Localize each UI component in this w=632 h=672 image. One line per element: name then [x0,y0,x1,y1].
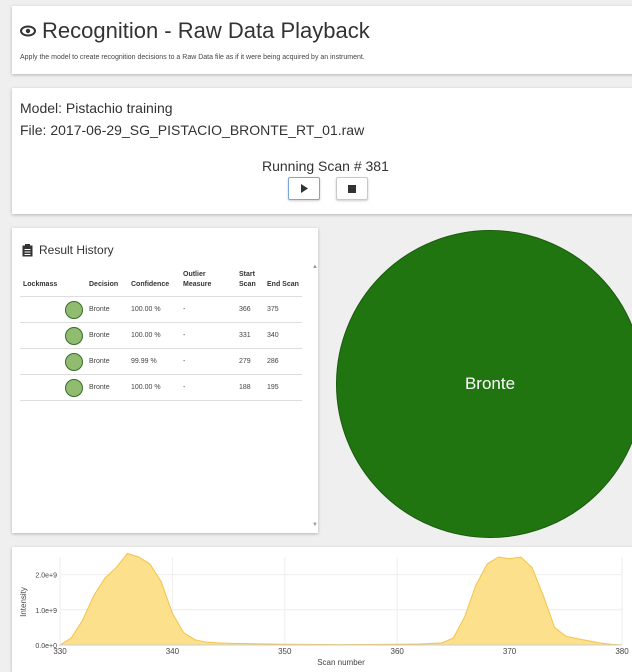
page-title: Recognition - Raw Data Playback [42,18,370,43]
result-table: Lockmass Decision Confidence Outlier Mea… [20,268,302,401]
model-name: Model: Pistachio training [20,100,173,116]
cell-decision: Bronte [86,296,128,323]
y-tick-label: 2.0e+9 [35,573,57,580]
cell-start-scan: 188 [236,374,264,401]
table-row[interactable]: Bronte 100.00 % - 366 375 [20,296,302,323]
x-tick-label: 360 [391,647,405,656]
col-end-scan[interactable]: End Scan [264,268,302,297]
history-title: Result History [39,243,114,257]
cell-decision: Bronte [86,348,128,375]
cell-confidence: 100.00 % [128,322,180,349]
status-dot [65,300,83,319]
table-header-row: Lockmass Decision Confidence Outlier Mea… [20,268,302,297]
cell-outlier: - [180,374,236,401]
clipboard-icon [22,243,33,256]
page-subtitle: Apply the model to create recognition de… [20,54,365,61]
cell-start-scan: 331 [236,322,264,349]
cell-outlier: - [180,296,236,323]
intensity-chart: 330 340 350 360 370 3800.0e+01.0e+92.0e+9Scan… [19,552,629,667]
file-name: File: 2017-06-29_SG_PISTACIO_BRONTE_RT_0… [20,122,365,138]
stop-icon [348,184,356,193]
stop-button[interactable] [336,177,368,200]
cell-end-scan: 340 [264,322,302,349]
table-row[interactable]: Bronte 100.00 % - 188 195 [20,374,302,401]
table-row[interactable]: Bronte 99.99 % - 279 286 [20,348,302,375]
cell-decision: Bronte [86,322,128,349]
header-panel: Recognition - Raw Data Playback Apply th… [12,6,632,74]
status-dot [65,326,83,345]
decision-indicator: Bronte [336,230,632,538]
cell-outlier: - [180,348,236,375]
x-tick-label: 370 [503,647,517,656]
table-row[interactable]: Bronte 100.00 % - 331 340 [20,322,302,349]
cell-end-scan: 195 [264,374,302,401]
title-row: Recognition - Raw Data Playback [20,18,370,44]
y-tick-label: 1.0e+9 [35,608,57,615]
cell-end-scan: 375 [264,296,302,323]
col-decision[interactable]: Decision [86,268,128,297]
col-lockmass[interactable]: Lockmass [20,268,86,297]
cell-decision: Bronte [86,374,128,401]
scroll-up-icon[interactable]: ▲ [312,264,318,270]
table-scrollbar[interactable]: ▲ ▼ [310,264,320,528]
y-tick-label: 0.0e+0 [35,643,57,650]
col-start-scan[interactable]: Start Scan [236,268,264,297]
play-button[interactable] [288,177,320,200]
x-tick-label: 340 [166,647,180,656]
col-confidence[interactable]: Confidence [128,268,180,297]
cell-outlier: - [180,322,236,349]
status-dot [65,352,83,371]
play-icon [301,184,308,193]
cell-confidence: 99.99 % [128,348,180,375]
intensity-chart-panel: 330 340 350 360 370 380 0.0e+0 1.0e+9 2.0e+9 Scan… [12,547,632,672]
intensity-area [58,552,623,646]
decision-label: Bronte [464,374,516,393]
running-scan-status: Running Scan # 381 [262,158,389,174]
cell-confidence: 100.00 % [128,296,180,323]
cell-start-scan: 279 [236,348,264,375]
history-title-row: Result History [22,243,114,257]
cell-start-scan: 366 [236,296,264,323]
col-outlier[interactable]: Outlier Measure [180,268,236,297]
x-tick-label: 350 [278,647,292,656]
result-history-panel: Result History Lockmass Decision Confide… [12,228,318,533]
cell-confidence: 100.00 % [128,374,180,401]
eye-icon [20,25,36,37]
status-dot [65,378,83,397]
x-axis-title: Scan number [317,658,365,667]
scroll-down-icon[interactable]: ▼ [312,522,318,528]
cell-end-scan: 286 [264,348,302,375]
x-tick-label: 380 [615,647,629,656]
y-axis-title: Intensity [19,587,28,617]
playback-info-panel: Model: Pistachio training File: 2017-06-… [12,88,632,214]
